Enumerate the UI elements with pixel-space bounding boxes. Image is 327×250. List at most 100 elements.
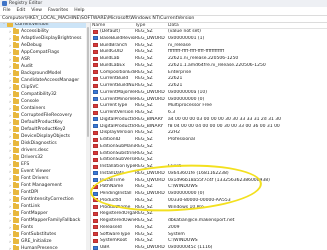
tree-item-label: DiskDiagnostics	[21, 141, 57, 146]
chevron-right-icon[interactable]: ›	[8, 84, 12, 91]
tree-item[interactable]: › FontIntensityCorrection	[0, 196, 87, 203]
tree-item[interactable]: › GRE_Initialize	[0, 238, 87, 245]
chevron-right-icon[interactable]: ›	[8, 140, 12, 147]
chevron-right-icon[interactable]: ›	[8, 168, 12, 175]
folder-icon	[13, 154, 19, 160]
tree-item[interactable]: › DefaultProductKey2	[0, 126, 87, 133]
value-type: REG_SZ	[135, 157, 153, 163]
value-type: REG_SZ	[135, 231, 153, 237]
chevron-right-icon[interactable]: ›	[8, 182, 12, 189]
value-data: Windows 10 Pro	[168, 204, 204, 210]
tree-item[interactable]: › FontDPI	[0, 189, 87, 196]
value-type: REG_SZ	[135, 137, 153, 142]
tree-item-label: AeDebug	[21, 43, 42, 48]
chevron-right-icon[interactable]: ›	[8, 147, 12, 154]
chevron-right-icon[interactable]: ›	[8, 154, 12, 161]
value-type: REG_SZ	[135, 56, 153, 61]
chevron-right-icon[interactable]: ›	[8, 196, 12, 203]
chevron-right-icon[interactable]: ›	[8, 210, 12, 217]
chevron-right-icon[interactable]: ›	[8, 175, 12, 182]
value-name: CompositionEdi...	[100, 69, 135, 75]
tree-item[interactable]: › Compatibility32	[0, 91, 87, 98]
menu-edit[interactable]: Edit	[14, 7, 29, 15]
chevron-right-icon[interactable]: ›	[8, 35, 12, 42]
chevron-right-icon[interactable]: ›	[8, 189, 12, 196]
value-data: 6.3	[168, 110, 176, 115]
tree-item[interactable]: › Font Drivers	[0, 175, 87, 182]
address-bar[interactable]: Computer\HKEY_LOCAL_MACHINE\SOFTWARE\Mic…	[0, 15, 327, 23]
string-value-icon	[93, 29, 98, 34]
tree-item[interactable]: › drivers.desc	[0, 147, 87, 154]
value-row[interactable]: UBR REG_DWORD 0x0000045c (1116)	[92, 244, 327, 250]
tree-item[interactable]: › BackgroundModel	[0, 70, 87, 77]
tree-item[interactable]: › Console	[0, 98, 87, 105]
string-value-icon	[93, 225, 98, 230]
tree-item[interactable]: › ClipSVC	[0, 84, 87, 91]
tree-item[interactable]: › Containers	[0, 105, 87, 112]
tree-scrollbar-thumb[interactable]	[87, 27, 89, 137]
chevron-right-icon[interactable]: ›	[8, 245, 12, 250]
value-type: REG_SZ	[135, 204, 153, 210]
value-data: Professional	[168, 137, 196, 142]
value-type: REG_SZ	[135, 218, 153, 223]
menu-help[interactable]: Help	[71, 7, 87, 15]
tree-item[interactable]: › Font Management	[0, 182, 87, 189]
registry-key-tree[interactable]: ˅ CurrentVersion › Accessibility › AdaptiveDi…	[0, 23, 91, 250]
menu-favorites[interactable]: Favorites	[45, 7, 71, 15]
tree-item-label: GRE_Initialize	[21, 239, 52, 244]
address-path[interactable]: Computer\HKEY_LOCAL_MACHINE\SOFTWARE\Mic…	[0, 16, 327, 22]
tree-item[interactable]: › FontLink	[0, 203, 87, 210]
chevron-right-icon[interactable]: ›	[8, 203, 12, 210]
chevron-right-icon[interactable]: ›	[8, 119, 12, 126]
tree-item[interactable]: › DefaultProductKey	[0, 119, 87, 126]
tree-item[interactable]: › AdaptiveDisplayBrightness	[0, 35, 87, 42]
tree-item[interactable]: › Drivers32	[0, 154, 87, 161]
tree-item[interactable]: › FontSubstitutes	[0, 231, 87, 238]
tree-item[interactable]: › FontMapperFamilyFallback	[0, 217, 87, 224]
value-name: BuildLab	[100, 56, 120, 61]
string-value-icon	[93, 137, 98, 142]
tree-item[interactable]: › FontMapper	[0, 210, 87, 217]
tree-item[interactable]: › CandidateAccessManager	[0, 77, 87, 84]
chevron-right-icon[interactable]: ›	[8, 238, 12, 245]
registry-values-list[interactable]: Name Type Data (Default) REG_SZ (value not…	[92, 23, 327, 250]
chevron-right-icon[interactable]: ›	[8, 217, 12, 224]
tree-item[interactable]: › DeviceDisplayObjects	[0, 133, 87, 140]
tree-item[interactable]: › Audit	[0, 63, 87, 70]
chevron-right-icon[interactable]: ›	[8, 126, 12, 133]
tree-item[interactable]: › DiskDiagnostics	[0, 140, 87, 147]
value-data: Client	[168, 164, 182, 169]
chevron-right-icon[interactable]: ›	[8, 91, 12, 98]
tree-item[interactable]: › Accessibility	[0, 28, 87, 35]
chevron-right-icon[interactable]: ›	[8, 42, 12, 49]
chevron-right-icon[interactable]: ›	[8, 77, 12, 84]
tree-item[interactable]: › HumanPresence	[0, 245, 87, 250]
tree-item[interactable]: › CorruptedFileRecovery	[0, 112, 87, 119]
chevron-right-icon[interactable]: ›	[8, 56, 12, 63]
menu-view[interactable]: View	[28, 7, 45, 15]
chevron-right-icon[interactable]: ›	[8, 231, 12, 238]
chevron-right-icon[interactable]: ›	[8, 161, 12, 168]
tree-scrollbar[interactable]	[86, 23, 90, 250]
tree-item[interactable]: › AppCompatFlags	[0, 49, 87, 56]
tree-item[interactable]: › Fonts	[0, 224, 87, 231]
value-name-cell: CurrentMinorVe...	[92, 97, 135, 102]
tree-item[interactable]: › EFS	[0, 161, 87, 168]
chevron-right-icon[interactable]: ›	[8, 70, 12, 77]
tree-item[interactable]: › Event Viewer	[0, 168, 87, 175]
chevron-right-icon[interactable]: ›	[8, 49, 12, 56]
chevron-right-icon[interactable]: ›	[8, 133, 12, 140]
chevron-right-icon[interactable]: ›	[8, 105, 12, 112]
menu-file[interactable]: File	[0, 7, 14, 15]
chevron-right-icon[interactable]: ›	[8, 98, 12, 105]
chevron-right-icon[interactable]: ›	[8, 63, 12, 70]
chevron-right-icon[interactable]: ›	[8, 224, 12, 231]
chevron-right-icon[interactable]: ›	[8, 28, 12, 35]
tree-item[interactable]: › AeDebug	[0, 42, 87, 49]
value-data: 22621	[168, 76, 183, 82]
tree-item[interactable]: › ASR	[0, 56, 87, 63]
chevron-right-icon[interactable]: ›	[8, 112, 12, 119]
folder-icon	[13, 147, 19, 153]
folder-icon	[13, 175, 19, 181]
folder-icon	[13, 105, 19, 111]
